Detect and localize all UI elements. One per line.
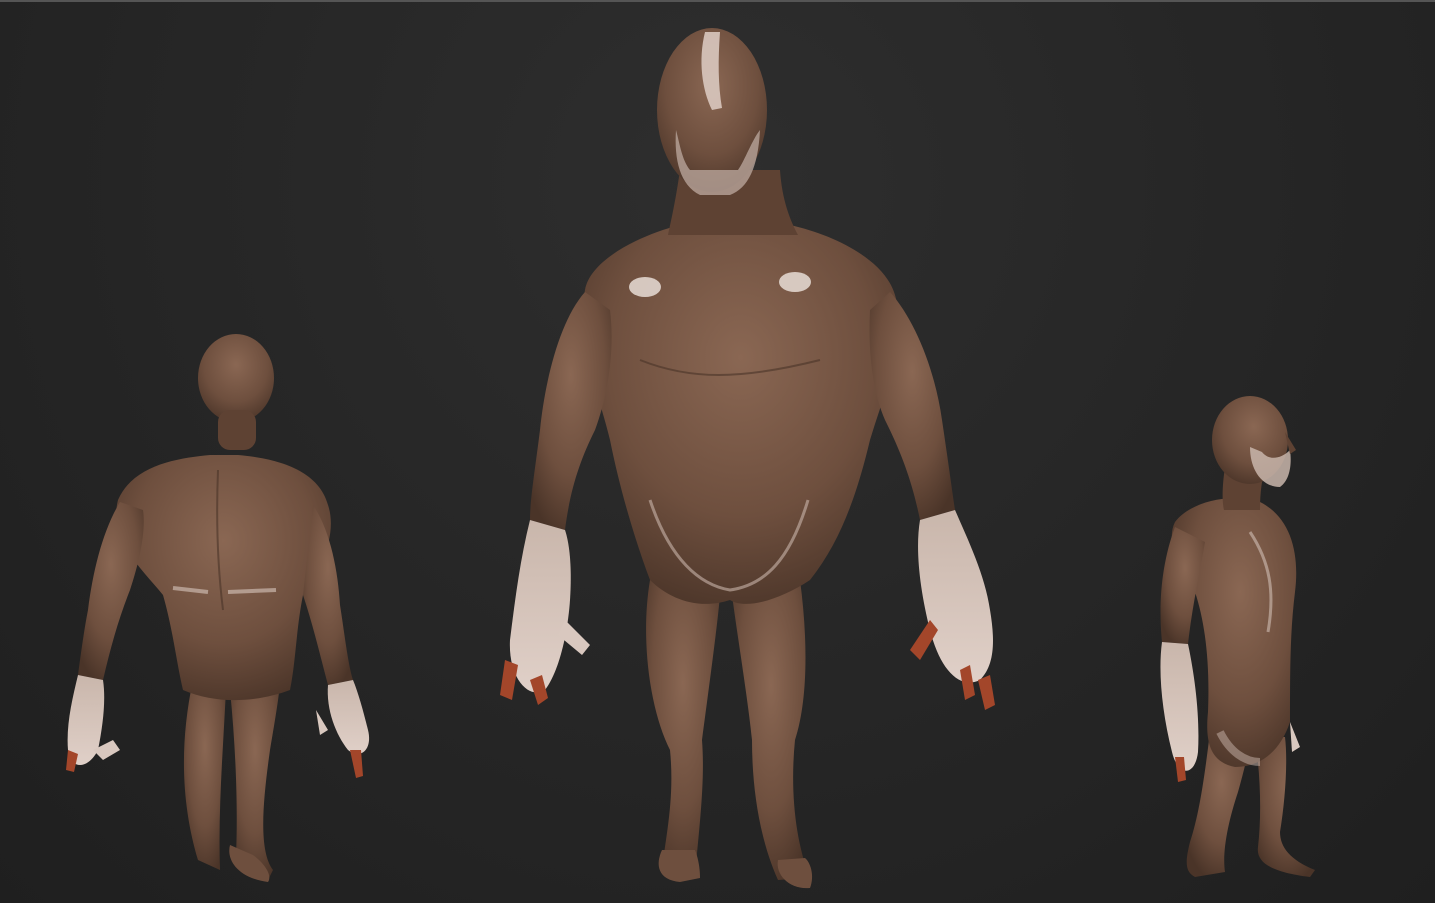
3d-sculpt-viewport[interactable] [0,0,1435,903]
back-view-model[interactable] [58,330,388,890]
side-view-model[interactable] [1150,392,1320,887]
front-view-model[interactable] [490,20,1010,895]
side-view-figure [1160,396,1315,877]
back-view-figure [66,334,370,882]
front-view-figure [500,28,995,889]
